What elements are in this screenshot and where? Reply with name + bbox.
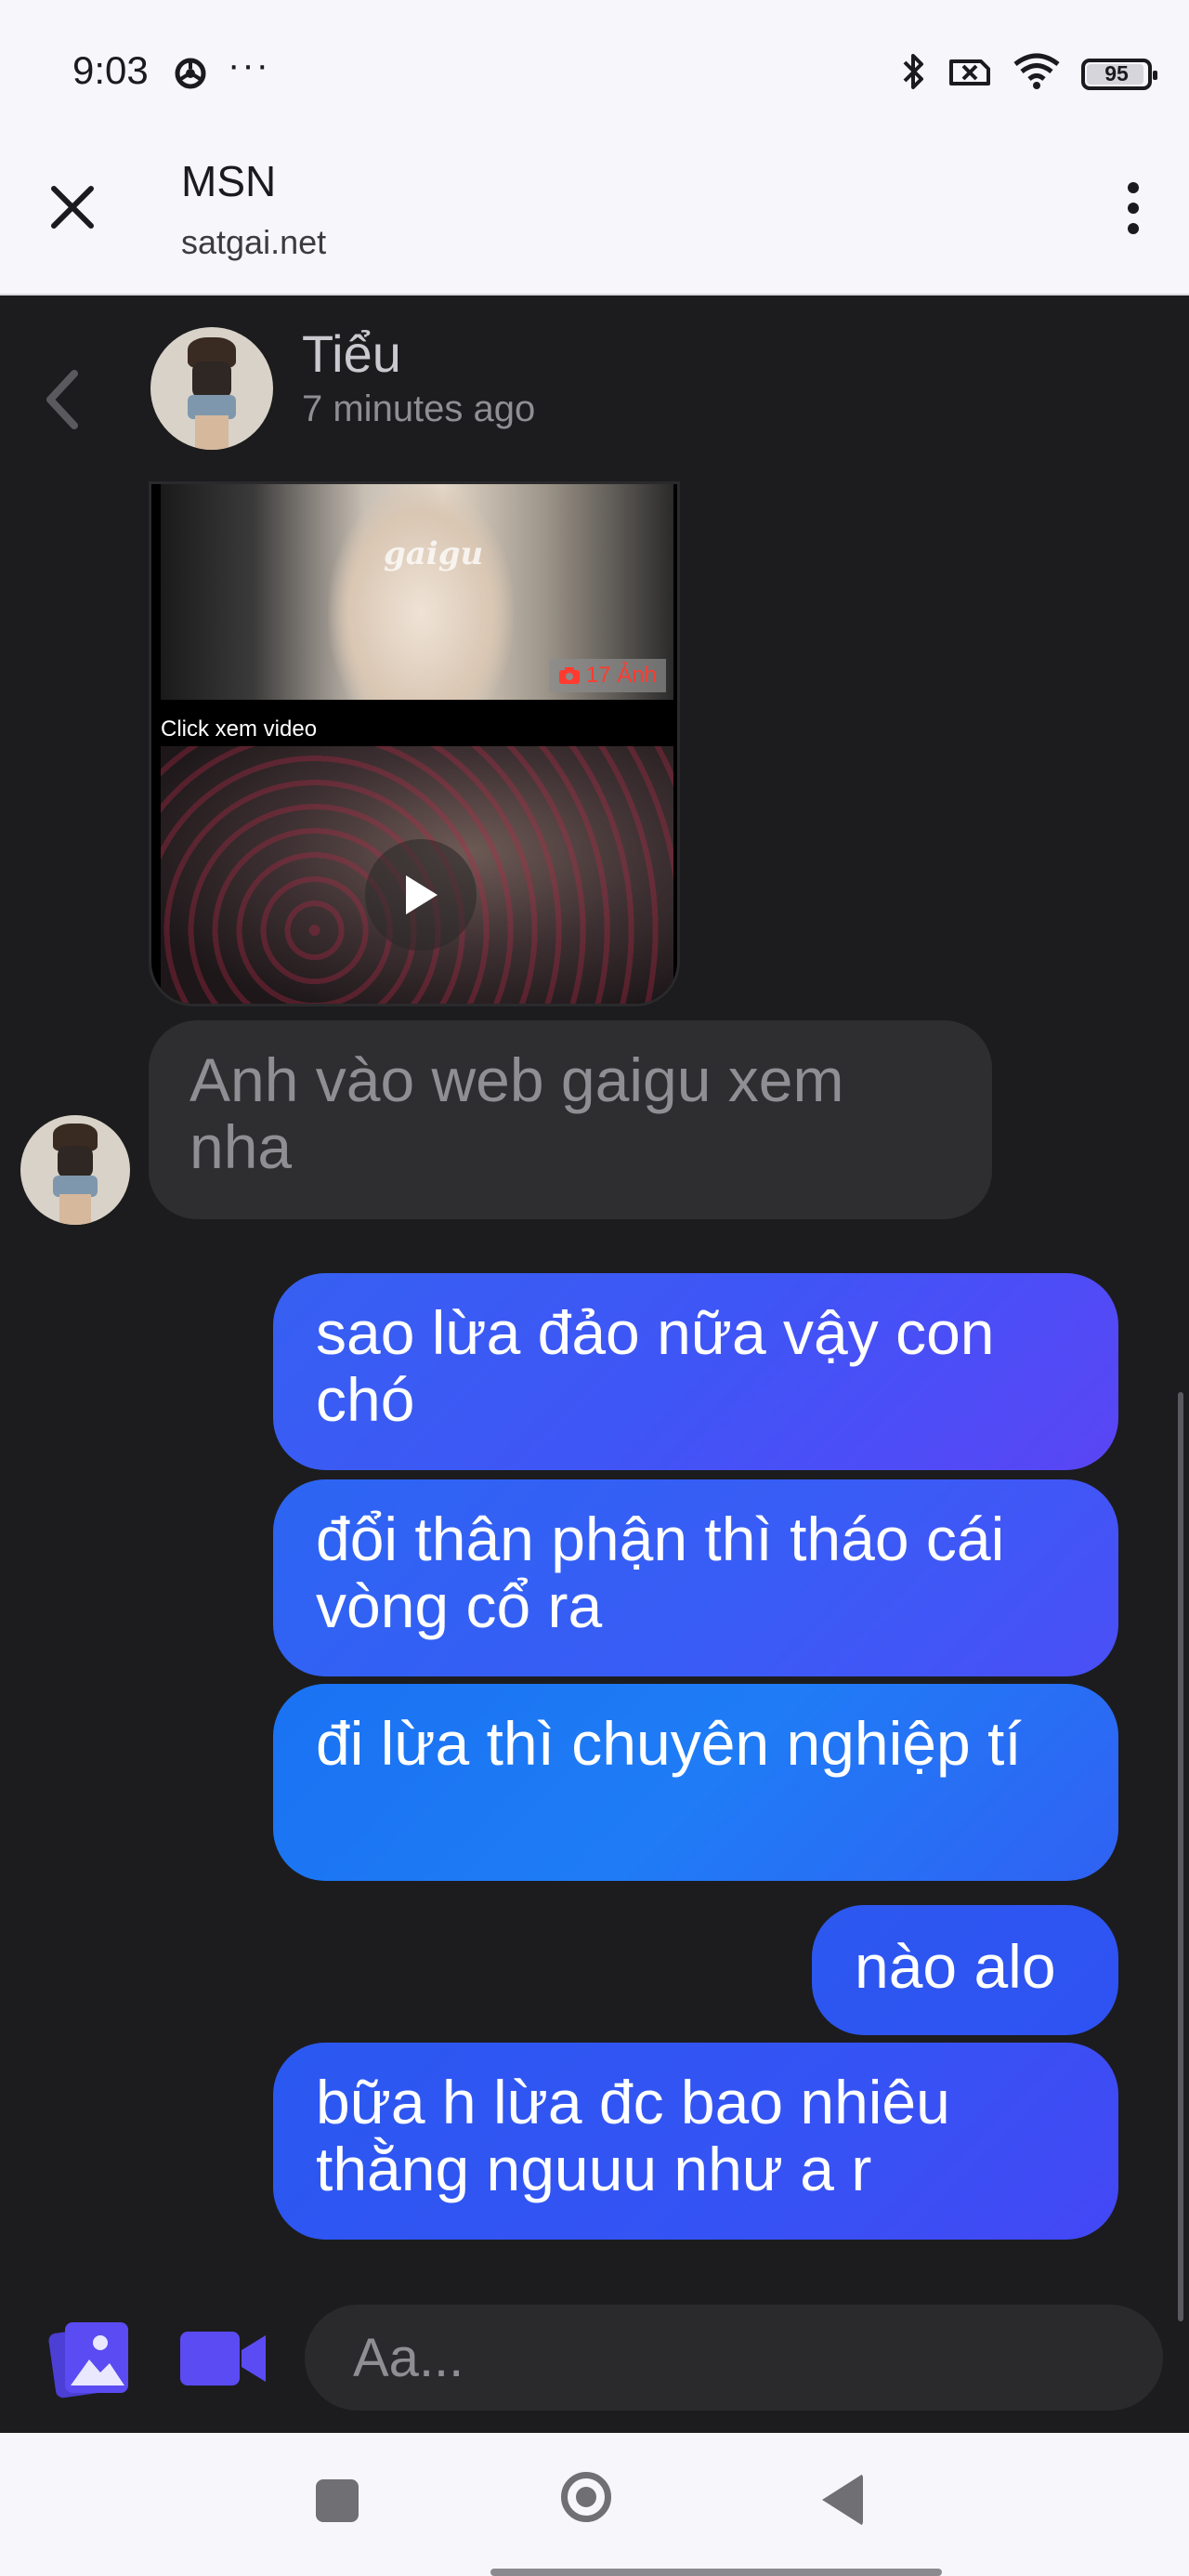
incoming-message: Anh vào web gaigu xem nha	[149, 1020, 992, 1219]
outgoing-message: bữa h lừa đc bao nhiêu thằng nguuu như a…	[273, 2043, 1118, 2240]
last-active-time: 7 minutes ago	[302, 388, 536, 429]
outgoing-message: đổi thân phận thì tháo cái vòng cổ ra	[273, 1479, 1118, 1676]
back-button[interactable]	[37, 362, 89, 441]
gallery-button[interactable]	[48, 2317, 134, 2407]
close-tab-button[interactable]	[46, 181, 98, 238]
status-bar: 9:03 ··· 95	[0, 0, 1189, 149]
gesture-handle[interactable]	[490, 2569, 942, 2576]
message-input[interactable]	[305, 2305, 1163, 2411]
more-vert-icon	[1128, 182, 1139, 193]
video-call-button[interactable]	[178, 2326, 268, 2396]
battery-level: 95	[1104, 61, 1129, 85]
play-icon	[406, 875, 438, 914]
page-title: MSN	[181, 157, 277, 205]
overflow-menu-button[interactable]	[1128, 182, 1143, 243]
wifi-icon	[1013, 53, 1061, 95]
contact-avatar[interactable]	[150, 327, 273, 450]
media-message[interactable]: gaigu 17 Ảnh Click xem video	[149, 481, 680, 1006]
play-button[interactable]	[365, 839, 477, 951]
image-icon	[48, 2322, 128, 2399]
video-caption[interactable]: Click xem video	[161, 716, 317, 743]
battery-icon: 95	[1081, 58, 1157, 90]
video-camera-icon	[180, 2332, 266, 2385]
photo-preview[interactable]: gaigu 17 Ảnh	[161, 484, 673, 700]
outgoing-message: nào alo	[812, 1905, 1118, 2035]
more-notifications-icon: ···	[228, 45, 270, 85]
outgoing-message: đi lừa thì chuyên nghiệp tí	[273, 1684, 1118, 1881]
outgoing-message: sao lừa đảo nữa vậy con chó	[273, 1273, 1118, 1470]
recents-button[interactable]	[316, 2479, 359, 2522]
close-icon	[51, 186, 94, 229]
sender-avatar[interactable]	[20, 1115, 130, 1225]
scrollbar[interactable]	[1178, 1392, 1183, 2321]
contact-name: Tiểu	[302, 324, 401, 383]
chrome-icon	[175, 58, 206, 94]
video-preview[interactable]	[161, 746, 673, 1004]
custom-tab-toolbar	[0, 149, 1189, 296]
system-back-button[interactable]	[822, 2474, 863, 2526]
no-sim-icon	[947, 54, 992, 94]
home-button[interactable]	[561, 2472, 611, 2522]
bluetooth-icon	[899, 51, 927, 97]
chevron-left-icon	[46, 370, 78, 429]
status-time: 9:03	[72, 48, 149, 92]
watermark-text: gaigu	[384, 535, 484, 572]
photo-count-badge: 17 Ảnh	[548, 659, 666, 692]
page-url[interactable]: satgai.net	[181, 223, 326, 262]
camera-icon	[558, 667, 580, 684]
photo-count-label: 17 Ảnh	[585, 663, 657, 688]
status-icons: 95	[899, 51, 1157, 97]
chat-view: Tiểu 7 minutes ago gaigu 17 Ảnh Click xe…	[0, 296, 1189, 2433]
